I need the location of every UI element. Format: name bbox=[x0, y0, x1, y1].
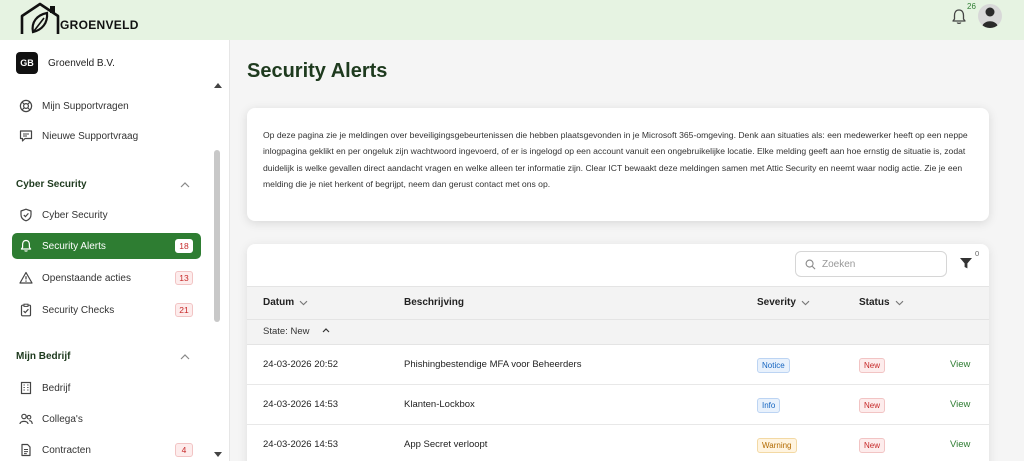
section-header-mijn-bedrijf[interactable]: Mijn Bedrijf bbox=[16, 351, 196, 362]
sidebar-item-label: Collega's bbox=[42, 413, 83, 425]
sidebar-item-label: Security Checks bbox=[42, 304, 115, 316]
section-title: Mijn Bedrijf bbox=[16, 351, 71, 362]
notification-bell-icon[interactable] bbox=[950, 8, 968, 26]
users-icon bbox=[18, 411, 34, 427]
cell-date: 24-03-2026 20:52 bbox=[263, 359, 339, 370]
cell-date: 24-03-2026 14:53 bbox=[263, 439, 339, 450]
column-header-beschrijving[interactable]: Beschrijving bbox=[404, 297, 464, 308]
building-icon bbox=[18, 380, 34, 396]
organization-badge: GB bbox=[16, 52, 38, 74]
status-badge: New bbox=[859, 358, 886, 373]
sidebar-item-security-alerts[interactable]: Security Alerts 18 bbox=[12, 233, 201, 259]
top-bar: GROENVELD 26 bbox=[0, 0, 1024, 40]
section-header-cyber-security[interactable]: Cyber Security bbox=[16, 179, 196, 190]
count-badge: 18 bbox=[175, 239, 193, 253]
view-link[interactable]: View bbox=[950, 399, 970, 410]
bell-icon bbox=[18, 238, 34, 254]
cell-description: Phishingbestendige MFA voor Beheerders bbox=[404, 359, 582, 370]
intro-text: Op deze pagina zie je meldingen over bev… bbox=[263, 130, 968, 190]
sidebar-item-bedrijf[interactable]: Bedrijf bbox=[12, 375, 201, 401]
chevron-up-icon bbox=[180, 353, 190, 359]
filter-count: 0 bbox=[975, 249, 980, 258]
status-badge: New bbox=[859, 398, 886, 413]
search-input[interactable] bbox=[822, 258, 937, 270]
search-box[interactable] bbox=[795, 251, 947, 277]
column-label: Datum bbox=[263, 297, 295, 308]
sidebar-item-openstaande-acties[interactable]: Openstaande acties 13 bbox=[12, 265, 201, 291]
clipboard-icon bbox=[18, 302, 34, 318]
chevron-up-icon bbox=[180, 181, 190, 187]
logo-house-leaf-icon bbox=[20, 2, 60, 34]
sidebar-item-label: Contracten bbox=[42, 444, 91, 456]
organization-name: Groenveld B.V. bbox=[48, 57, 115, 69]
sidebar-item-security-checks[interactable]: Security Checks 21 bbox=[12, 297, 201, 323]
sidebar-item-nieuwe-supportvraag[interactable]: Nieuwe Supportvraag bbox=[12, 123, 201, 149]
alerts-table: 0 Datum Beschrijving Severity Status Sta… bbox=[247, 244, 989, 461]
sidebar-item-label: Cyber Security bbox=[42, 209, 108, 221]
shield-icon bbox=[18, 207, 34, 223]
count-badge: 13 bbox=[175, 271, 193, 285]
sidebar-scrollbar-thumb[interactable] bbox=[214, 150, 220, 322]
organization-switcher[interactable]: GB Groenveld B.V. bbox=[16, 52, 115, 74]
column-label: Beschrijving bbox=[404, 297, 465, 308]
table-header: Datum Beschrijving Severity Status bbox=[247, 286, 989, 320]
status-badge: New bbox=[859, 438, 886, 453]
group-header-state[interactable]: State: New bbox=[247, 320, 989, 345]
table-row[interactable]: 24-03-2026 20:52 Phishingbestendige MFA … bbox=[247, 345, 989, 385]
column-header-status[interactable]: Status bbox=[859, 297, 904, 308]
severity-badge: Info bbox=[757, 398, 781, 413]
view-link[interactable]: View bbox=[950, 359, 970, 370]
document-icon bbox=[18, 442, 34, 458]
sidebar-item-collegas[interactable]: Collega's bbox=[12, 406, 201, 432]
chevron-down-icon bbox=[895, 300, 903, 305]
column-header-datum[interactable]: Datum bbox=[263, 297, 308, 308]
chevron-down-icon bbox=[299, 300, 308, 305]
sidebar-item-label: Openstaande acties bbox=[42, 272, 131, 284]
table-row[interactable]: 24-03-2026 14:53 App Secret verloopt War… bbox=[247, 425, 989, 461]
column-label: Severity bbox=[757, 297, 796, 308]
search-icon bbox=[805, 259, 816, 269]
section-title: Cyber Security bbox=[16, 179, 87, 190]
scroll-up-arrow[interactable] bbox=[214, 83, 222, 88]
filter-icon[interactable] bbox=[959, 256, 973, 270]
cell-description: Klanten-Lockbox bbox=[404, 399, 475, 410]
support-icon bbox=[18, 98, 34, 114]
sidebar-item-label: Mijn Supportvragen bbox=[42, 100, 129, 112]
chevron-down-icon bbox=[801, 300, 810, 305]
warning-icon bbox=[18, 270, 34, 286]
column-label: Status bbox=[859, 297, 890, 308]
sidebar-item-label: Security Alerts bbox=[42, 240, 106, 252]
chat-icon bbox=[18, 128, 34, 144]
notification-count: 26 bbox=[967, 2, 976, 11]
sidebar-item-cyber-security[interactable]: Cyber Security bbox=[12, 202, 201, 228]
severity-badge: Notice bbox=[757, 358, 790, 373]
sidebar-item-contracten[interactable]: Contracten 4 bbox=[12, 437, 201, 461]
page-title: Security Alerts bbox=[247, 60, 388, 82]
caret-up-icon bbox=[322, 328, 330, 333]
sidebar-item-mijn-supportvragen[interactable]: Mijn Supportvragen bbox=[12, 93, 201, 119]
column-header-severity[interactable]: Severity bbox=[757, 297, 810, 308]
count-badge: 4 bbox=[175, 443, 193, 457]
logo[interactable]: GROENVELD bbox=[20, 2, 139, 36]
table-row[interactable]: 24-03-2026 14:53 Klanten-Lockbox Info Ne… bbox=[247, 385, 989, 425]
logo-text: GROENVELD bbox=[60, 18, 139, 32]
severity-badge: Warning bbox=[757, 438, 797, 453]
user-avatar[interactable] bbox=[978, 4, 1002, 28]
group-label: State: New bbox=[263, 326, 310, 337]
cell-description: App Secret verloopt bbox=[404, 439, 488, 450]
count-badge: 21 bbox=[175, 303, 193, 317]
scroll-down-arrow[interactable] bbox=[214, 452, 222, 457]
sidebar-item-label: Bedrijf bbox=[42, 382, 71, 394]
user-avatar-icon bbox=[982, 7, 998, 28]
info-card: Op deze pagina zie je meldingen over bev… bbox=[247, 108, 989, 221]
cell-date: 24-03-2026 14:53 bbox=[263, 399, 339, 410]
view-link[interactable]: View bbox=[950, 439, 970, 450]
sidebar-item-label: Nieuwe Supportvraag bbox=[42, 130, 139, 142]
